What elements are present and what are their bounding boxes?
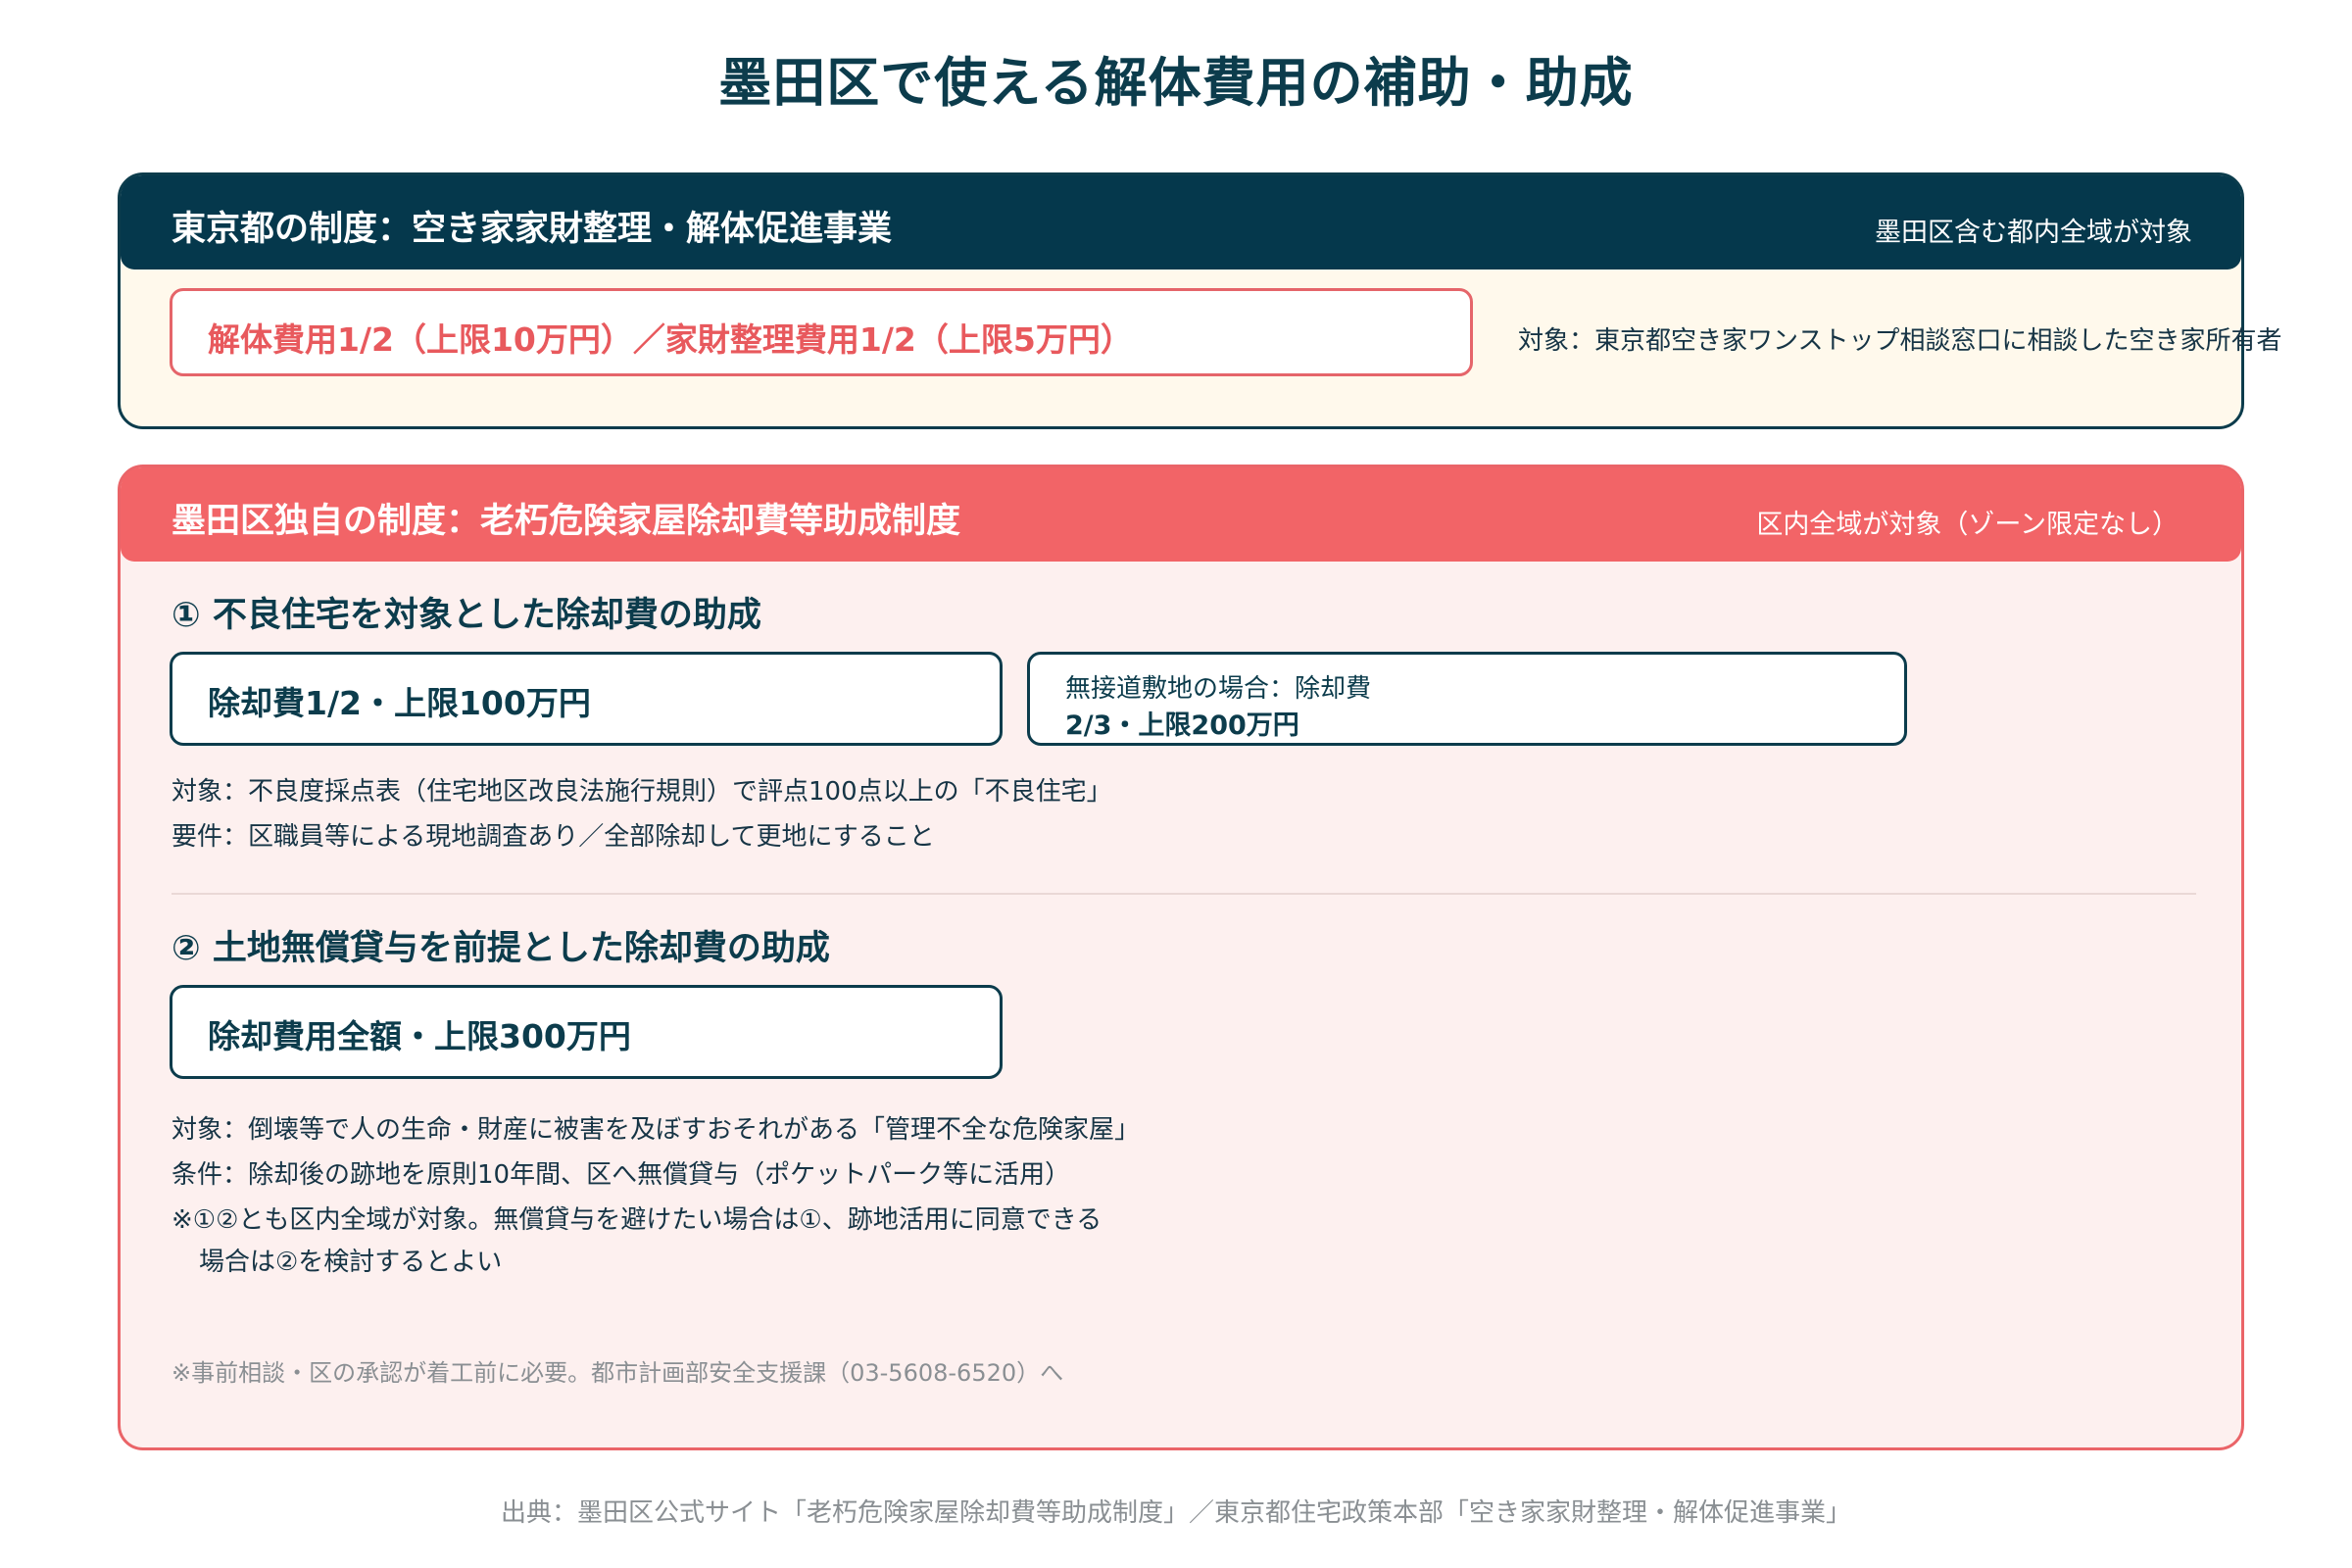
consultation-footnote: ※事前相談・区の承認が着工前に必要。都市計画部安全支援課（03-5608-652…: [172, 1359, 1064, 1387]
section2-note-line2: 場合は②を検討するとよい: [199, 1248, 503, 1277]
sumida-program-title: 墨田区独自の制度：老朽危険家屋除却費等助成制度: [172, 502, 961, 541]
tokyo-program-scope: 墨田区含む都内全域が対象: [1875, 218, 2192, 248]
section1-no-road-box: 無接道敷地の場合：除却費 2/3・上限200万円: [1027, 652, 1907, 746]
section2-amount: 除却費用全額・上限300万円: [208, 1017, 631, 1055]
section-divider: [172, 893, 2196, 895]
source-citation: 出典：墨田区公式サイト「老朽危険家屋除却費等助成制度」／東京都住宅政策本部「空き…: [500, 1498, 1851, 1528]
sumida-program-scope: 区内全域が対象（ゾーン限定なし）: [1756, 510, 2179, 540]
section2-note-line1: ※①②とも区内全域が対象。無償貸与を避けたい場合は①、跡地活用に同意できる: [172, 1205, 1102, 1235]
sumida-program-header: 墨田区独自の制度：老朽危険家屋除却費等助成制度 区内全域が対象（ゾーン限定なし）: [121, 467, 2241, 562]
section2-condition: 条件：除却後の跡地を原則10年間、区へ無償貸与（ポケットパーク等に活用）: [172, 1160, 1071, 1190]
section1-title: ① 不良住宅を対象とした除却費の助成: [172, 596, 761, 635]
tokyo-subsidy-amount: 解体費用1/2（上限10万円）／家財整理費用1/2（上限5万円）: [208, 320, 1133, 359]
section2-target: 対象：倒壊等で人の生命・財産に被害を及ぼすおそれがある「管理不全な危険家屋」: [172, 1115, 1141, 1145]
section1-no-road-amount: 2/3・上限200万円: [1065, 710, 1299, 741]
section1-requirement: 要件：区職員等による現地調査あり／全部除却して更地にすること: [172, 822, 935, 852]
section2-amount-box: 除却費用全額・上限300万円: [170, 985, 1003, 1079]
page-title: 墨田区で使える解体費用の補助・助成: [718, 52, 1634, 114]
tokyo-subsidy-box: 解体費用1/2（上限10万円）／家財整理費用1/2（上限5万円）: [170, 288, 1473, 376]
tokyo-program-title: 東京都の制度：空き家家財整理・解体促進事業: [172, 210, 893, 249]
tokyo-target-text: 対象：東京都空き家ワンストップ相談窓口に相談した空き家所有者: [1518, 326, 2282, 356]
section1-amount: 除却費1/2・上限100万円: [208, 684, 591, 722]
section2-title: ② 土地無償貸与を前提とした除却費の助成: [172, 929, 830, 968]
tokyo-program-header: 東京都の制度：空き家家財整理・解体促進事業 墨田区含む都内全域が対象: [121, 175, 2241, 270]
sumida-program-card: 墨田区独自の制度：老朽危険家屋除却費等助成制度 区内全域が対象（ゾーン限定なし）…: [118, 465, 2244, 1450]
section1-target: 対象：不良度採点表（住宅地区改良法施行規則）で評点100点以上の「不良住宅」: [172, 777, 1112, 807]
section1-no-road-label: 無接道敷地の場合：除却費: [1065, 674, 1372, 704]
section1-amount-box: 除却費1/2・上限100万円: [170, 652, 1003, 746]
tokyo-program-card: 東京都の制度：空き家家財整理・解体促進事業 墨田区含む都内全域が対象 解体費用1…: [118, 172, 2281, 429]
